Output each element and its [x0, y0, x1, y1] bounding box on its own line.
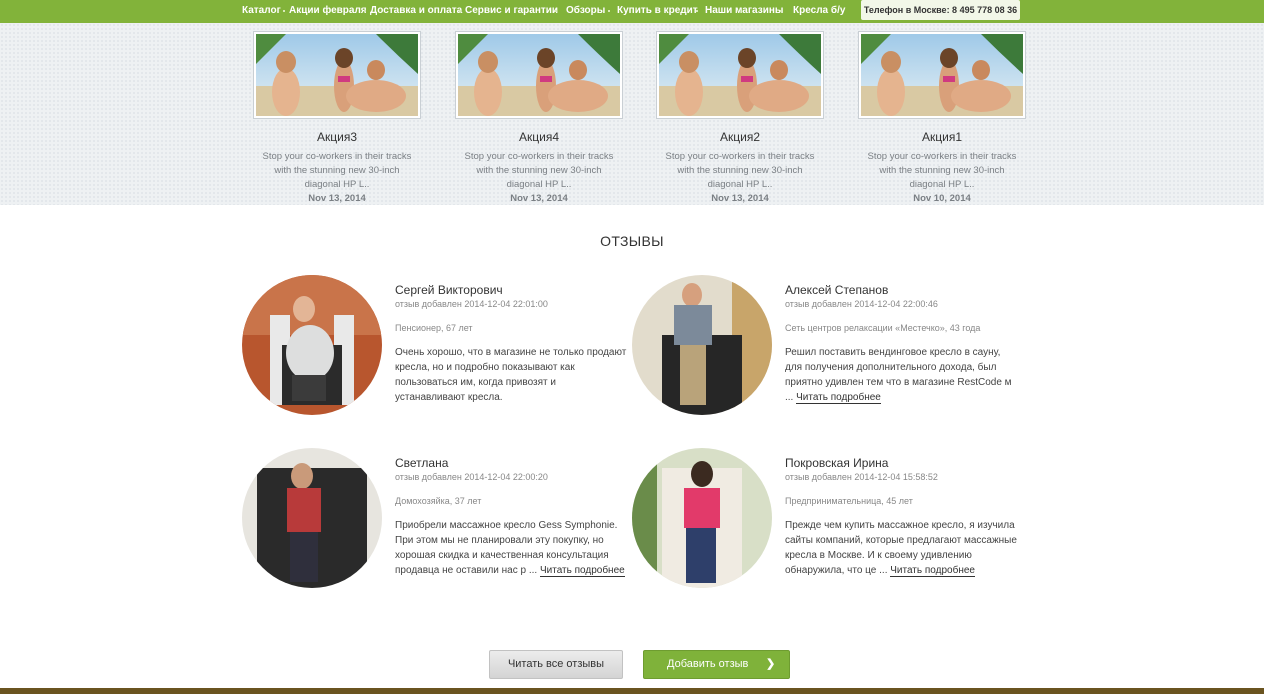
nav-separator	[780, 10, 782, 12]
review-date: отзыв добавлен 2014-12-04 22:00:20	[395, 472, 548, 482]
promo-title[interactable]: Акция1	[859, 130, 1025, 144]
reviewer-photo	[242, 448, 382, 588]
nav-item-february-deals[interactable]: Акции февраля	[289, 5, 367, 17]
review-text: Приобрели массажное кресло Gess Symphoni…	[395, 518, 627, 578]
promo-title[interactable]: Акция2	[657, 130, 823, 144]
review-date: отзыв добавлен 2014-12-04 22:00:46	[785, 299, 938, 309]
nav-item-reviews[interactable]: Обзоры	[566, 5, 605, 17]
review-date: отзыв добавлен 2014-12-04 15:58:52	[785, 472, 938, 482]
promo-title[interactable]: Акция4	[456, 130, 622, 144]
read-all-reviews-button[interactable]: Читать все отзывы	[489, 650, 623, 679]
promo-description: Stop your co-workers in their tracks wit…	[867, 151, 1017, 190]
nav-separator	[696, 10, 698, 12]
read-more-link[interactable]: Читать подробнее	[796, 392, 881, 404]
phone-number: Телефон в Москве: 8 495 778 08 36	[861, 0, 1020, 20]
promo-description: Stop your co-workers in their tracks wit…	[262, 151, 412, 190]
reviewer-role: Сеть центров релаксации «Местечко», 43 г…	[785, 323, 981, 333]
promo-card: Акция3 Stop your co-workers in their tra…	[254, 32, 420, 206]
review-card: Сергей Викторович отзыв добавлен 2014-12…	[242, 275, 632, 425]
nav-item-delivery[interactable]: Доставка и оплата	[370, 5, 462, 17]
nav-item-credit[interactable]: Купить в кредит	[617, 5, 698, 17]
nav-item-stores[interactable]: Наши магазины	[705, 5, 783, 17]
review-date: отзыв добавлен 2014-12-04 22:01:00	[395, 299, 548, 309]
reviewer-photo	[242, 275, 382, 415]
read-more-link[interactable]: Читать подробнее	[539, 565, 625, 577]
review-text: Очень хорошо, что в магазине не только п…	[395, 345, 627, 405]
footer-strip	[0, 688, 1264, 694]
nav-separator	[459, 10, 461, 12]
promo-description: Stop your co-workers in their tracks wit…	[464, 151, 614, 190]
reviewer-name: Покровская Ирина	[785, 456, 889, 470]
top-nav-bar: Каталог Акции февраля Доставка и оплата …	[0, 0, 1264, 23]
promo-date: Nov 10, 2014	[913, 193, 971, 204]
review-text: Прежде чем купить массажное кресло, я из…	[785, 518, 1017, 578]
nav-separator	[364, 10, 366, 12]
promo-description: Stop your co-workers in their tracks wit…	[665, 151, 815, 190]
review-card: Светлана отзыв добавлен 2014-12-04 22:00…	[242, 448, 632, 598]
promo-date: Nov 13, 2014	[510, 193, 568, 204]
chevron-right-icon: ❯	[766, 658, 776, 670]
reviewer-role: Пенсионер, 67 лет	[395, 323, 473, 333]
reviewer-photo	[632, 448, 772, 588]
reviewer-name: Алексей Степанов	[785, 283, 889, 297]
nav-item-used-chairs[interactable]: Кресла б/у	[793, 5, 845, 17]
reviewer-name: Сергей Викторович	[395, 283, 503, 297]
reviewer-role: Предпринимательница, 45 лет	[785, 496, 913, 506]
promo-image[interactable]	[859, 32, 1025, 118]
promo-date: Nov 13, 2014	[308, 193, 366, 204]
read-more-link[interactable]: Читать подробнее	[890, 565, 975, 577]
review-text: Решил поставить вендинговое кресло в сау…	[785, 345, 1017, 405]
reviewer-role: Домохозяйка, 37 лет	[395, 496, 482, 506]
promo-card: Акция4 Stop your co-workers in their tra…	[456, 32, 622, 206]
promo-card: Акция2 Stop your co-workers in their tra…	[657, 32, 823, 206]
nav-item-catalog[interactable]: Каталог	[242, 5, 281, 17]
nav-item-service[interactable]: Сервис и гарантии	[465, 5, 558, 17]
nav-separator	[608, 10, 610, 12]
promo-date: Nov 13, 2014	[711, 193, 769, 204]
add-review-label: Добавить отзыв	[667, 658, 749, 670]
nav-separator	[555, 10, 557, 12]
add-review-button[interactable]: Добавить отзыв ❯	[643, 650, 790, 679]
reviewer-photo	[632, 275, 772, 415]
promotions-strip: Акция3 Stop your co-workers in their tra…	[0, 23, 1264, 205]
review-card: Алексей Степанов отзыв добавлен 2014-12-…	[632, 275, 1022, 425]
promo-card: Акция1 Stop your co-workers in their tra…	[859, 32, 1025, 206]
nav-separator	[283, 10, 285, 12]
promo-image[interactable]	[456, 32, 622, 118]
reviewer-name: Светлана	[395, 456, 449, 470]
promo-image[interactable]	[657, 32, 823, 118]
promo-image[interactable]	[254, 32, 420, 118]
reviews-heading: ОТЗЫВЫ	[600, 233, 664, 249]
review-card: Покровская Ирина отзыв добавлен 2014-12-…	[632, 448, 1022, 598]
promo-title[interactable]: Акция3	[254, 130, 420, 144]
review-text-body: Очень хорошо, что в магазине не только п…	[395, 347, 627, 403]
